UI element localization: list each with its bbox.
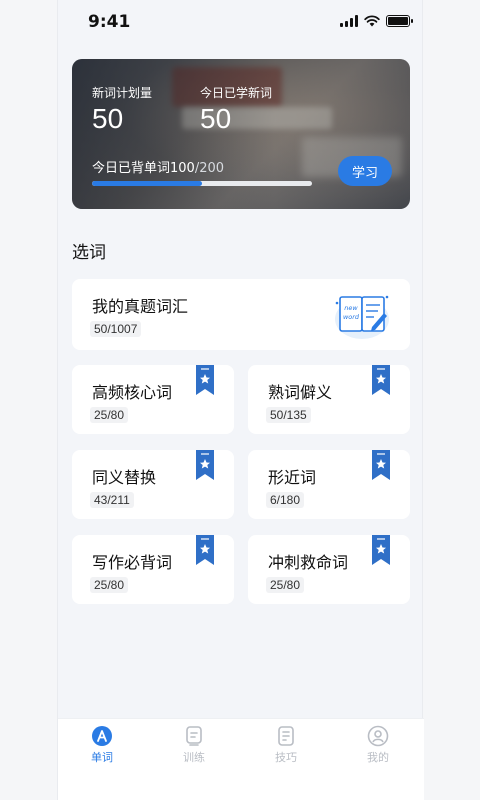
count-badge: 25/80 (266, 577, 305, 593)
progress-done: 100 (170, 161, 195, 176)
card-title: 写作必背词 (92, 553, 173, 572)
status-time: 9:41 (88, 12, 131, 32)
bookmark-ribbon-icon (372, 365, 390, 395)
tab-tips[interactable]: 技巧 (256, 725, 316, 771)
new-word-book-icon: new word (335, 295, 389, 339)
illustration-line1: new (344, 304, 358, 312)
section-title: 选词 (72, 243, 106, 263)
plan-label: 新词计划量 (92, 86, 153, 100)
training-icon (186, 726, 202, 746)
card-synonym-replacement[interactable]: 同义替换 43/211 (72, 450, 234, 519)
card-sprint-words[interactable]: 冲刺救命词 25/80 (248, 535, 410, 604)
status-bar: 9:41 (58, 0, 424, 44)
app-screen: 9:41 新词计划量 50 今日已学新词 50 今日已背单词100/200 学习 (57, 0, 424, 800)
progress-total: /200 (194, 161, 225, 176)
card-high-frequency-words[interactable]: 高频核心词 25/80 (72, 365, 234, 434)
bookmark-ribbon-icon (196, 535, 214, 565)
card-title: 我的真题词汇 (92, 297, 189, 316)
status-icons (340, 15, 413, 27)
today-value: 50 (200, 103, 232, 134)
bookmark-ribbon-icon (196, 365, 214, 395)
card-title: 熟词僻义 (268, 383, 333, 402)
tab-label: 训练 (183, 751, 205, 764)
card-similar-form-words[interactable]: 形近词 6/180 (248, 450, 410, 519)
bookmark-ribbon-icon (196, 450, 214, 480)
letter-a-icon (92, 726, 112, 746)
progress-prefix: 今日已背单词 (92, 161, 171, 176)
plan-value: 50 (92, 103, 124, 134)
card-my-exam-words[interactable]: 我的真题词汇 50/1007 new word (72, 279, 410, 350)
card-title: 高频核心词 (92, 383, 173, 402)
card-title: 冲刺救命词 (268, 553, 349, 572)
bookmark-ribbon-icon (372, 535, 390, 565)
signal-icon (340, 15, 358, 27)
bookmark-ribbon-icon (372, 450, 390, 480)
tips-icon (278, 726, 294, 746)
count-badge: 25/80 (90, 407, 129, 423)
tab-label: 我的 (367, 751, 389, 764)
tab-profile[interactable]: 我的 (348, 725, 408, 771)
card-title: 形近词 (268, 468, 317, 487)
battery-icon (386, 15, 413, 27)
tab-training[interactable]: 训练 (164, 725, 224, 771)
study-progress-card: 新词计划量 50 今日已学新词 50 今日已背单词100/200 学习 (72, 59, 410, 209)
card-writing-essentials[interactable]: 写作必背词 25/80 (72, 535, 234, 604)
tab-label: 单词 (91, 751, 113, 764)
count-badge: 50/1007 (90, 321, 142, 337)
profile-icon (367, 725, 389, 747)
study-button[interactable]: 学习 (338, 156, 392, 186)
today-label: 今日已学新词 (200, 86, 273, 100)
progress-bar (92, 181, 312, 186)
tab-label: 技巧 (275, 751, 297, 764)
count-badge: 50/135 (266, 407, 311, 423)
count-badge: 25/80 (90, 577, 129, 593)
count-badge: 43/211 (90, 492, 134, 508)
card-title: 同义替换 (92, 468, 157, 487)
progress-text: 今日已背单词100/200 (92, 157, 224, 176)
card-familiar-rare-meaning[interactable]: 熟词僻义 50/135 (248, 365, 410, 434)
illustration-line2: word (343, 313, 360, 321)
count-badge: 6/180 (266, 492, 305, 508)
progress-bar-fill (92, 181, 202, 186)
bottom-tab-bar: 单词 训练 技巧 我的 (58, 718, 424, 800)
tab-words[interactable]: 单词 (72, 725, 132, 771)
wifi-icon (364, 15, 380, 27)
